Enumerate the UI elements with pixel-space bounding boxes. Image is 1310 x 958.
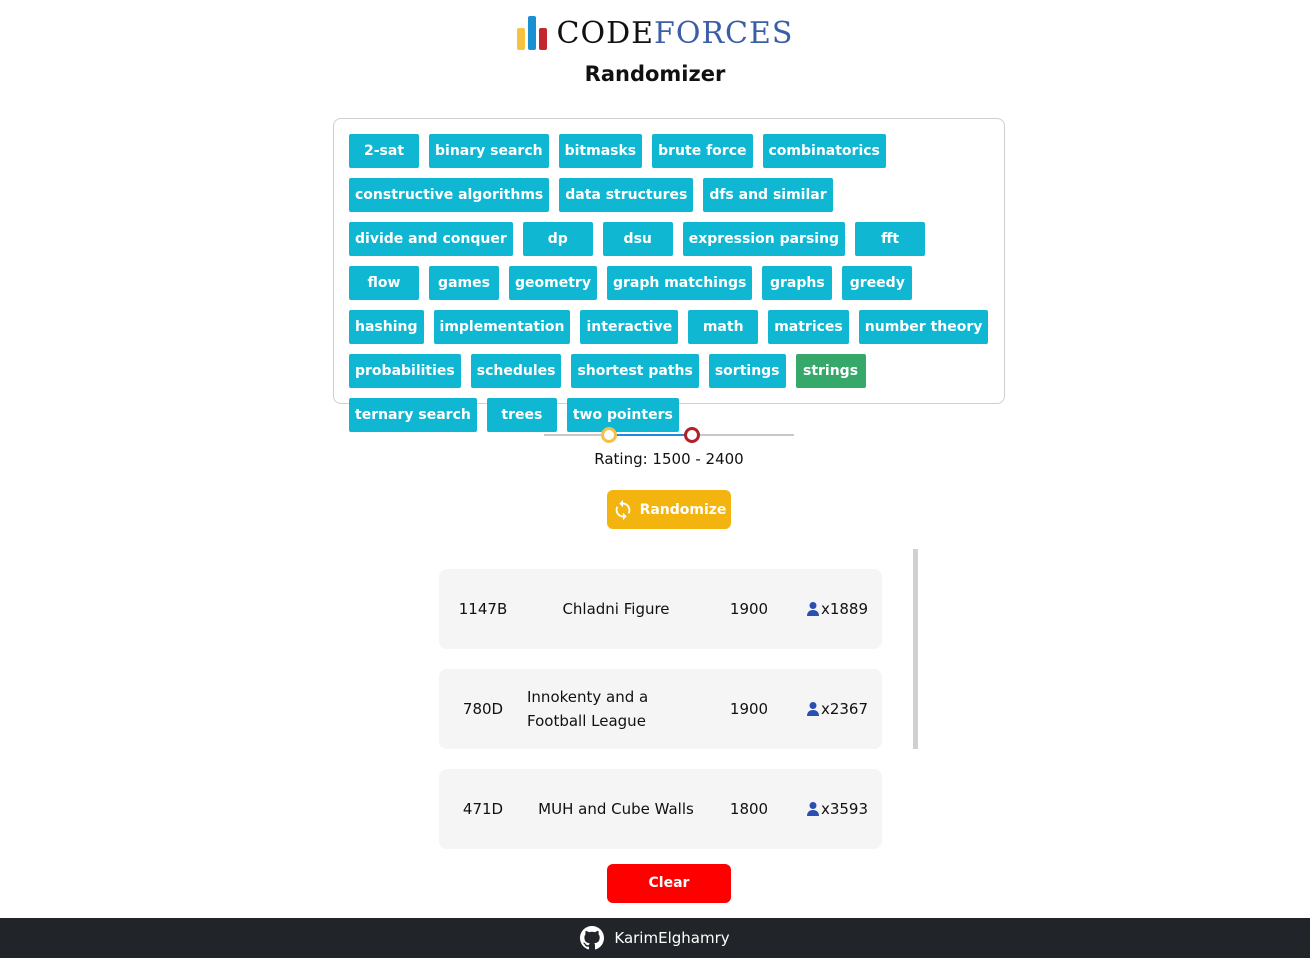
tag-panel: 2-sat binary search bitmasks brute force com… bbox=[333, 118, 1005, 432]
problem-id[interactable]: 471D bbox=[439, 800, 527, 818]
problem-name[interactable]: Innokenty and a Football League bbox=[527, 685, 705, 733]
logo-text: CODEFORCES bbox=[557, 14, 794, 54]
refresh-icon bbox=[615, 499, 630, 520]
header: CODEFORCES Randomizer bbox=[0, 14, 1310, 86]
problem-card[interactable]: 780D Innokenty and a Football League 190… bbox=[439, 669, 882, 749]
rating-label: Rating: 1500 - 2400 bbox=[594, 450, 744, 468]
problem-rating: 1800 bbox=[729, 800, 769, 818]
tag-divide-and-conquer[interactable]: divide and conquer bbox=[349, 222, 513, 256]
solved-count: x1889 bbox=[793, 600, 881, 618]
problem-id[interactable]: 780D bbox=[439, 700, 527, 718]
tag-combinatorics[interactable]: combinatorics bbox=[762, 134, 886, 168]
tag-schedules[interactable]: schedules bbox=[470, 354, 562, 388]
logo-forces-text: FORCES bbox=[654, 16, 794, 51]
solved-count-text: x2367 bbox=[820, 700, 869, 718]
solved-count-text: x1889 bbox=[820, 600, 869, 618]
solved-count-text: x3593 bbox=[820, 800, 869, 818]
github-icon[interactable] bbox=[580, 926, 605, 950]
tag-matrices[interactable]: matrices bbox=[768, 310, 849, 344]
slider-min-handle[interactable] bbox=[600, 427, 617, 443]
tag-fft[interactable]: fft bbox=[855, 222, 926, 256]
tag-graph-matchings[interactable]: graph matchings bbox=[606, 266, 753, 300]
tag-games[interactable]: games bbox=[429, 266, 499, 300]
codeforces-logo[interactable]: CODEFORCES bbox=[516, 14, 794, 54]
github-username[interactable]: KarimElghamry bbox=[614, 929, 729, 947]
tag-binary-search[interactable]: binary search bbox=[429, 134, 549, 168]
tag-probabilities[interactable]: probabilities bbox=[349, 354, 461, 388]
tag-graphs[interactable]: graphs bbox=[762, 266, 833, 300]
user-icon bbox=[806, 702, 819, 716]
rating-slider[interactable] bbox=[544, 426, 794, 444]
logo-code-text: CODE bbox=[556, 16, 655, 51]
tag-expression-parsing[interactable]: expression parsing bbox=[682, 222, 846, 256]
tag-constructive-algorithms[interactable]: constructive algorithms bbox=[349, 178, 550, 212]
logo-bars-icon bbox=[516, 16, 547, 50]
tag-dfs-and-similar[interactable]: dfs and similar bbox=[703, 178, 833, 212]
tag-interactive[interactable]: interactive bbox=[580, 310, 679, 344]
user-icon bbox=[806, 802, 819, 816]
tag-ternary-search[interactable]: ternary search bbox=[349, 398, 477, 432]
problem-id[interactable]: 1147B bbox=[439, 600, 527, 618]
slider-range-fill bbox=[608, 434, 693, 436]
problem-card[interactable]: 471D MUH and Cube Walls 1800 x3593 bbox=[439, 769, 882, 849]
tag-number-theory[interactable]: number theory bbox=[858, 310, 989, 344]
problem-rating: 1900 bbox=[729, 600, 769, 618]
tag-bitmasks[interactable]: bitmasks bbox=[558, 134, 643, 168]
user-icon bbox=[806, 602, 819, 616]
page-title: Randomizer bbox=[584, 62, 726, 86]
randomize-label: Randomize bbox=[639, 501, 727, 518]
tag-data-structures[interactable]: data structures bbox=[559, 178, 694, 212]
tag-2-sat[interactable]: 2-sat bbox=[349, 134, 419, 168]
problem-card[interactable]: 1147B Chladni Figure 1900 x1889 bbox=[439, 569, 882, 649]
problem-rating: 1900 bbox=[729, 700, 769, 718]
footer: KarimElghamry bbox=[0, 918, 1310, 958]
tag-greedy[interactable]: greedy bbox=[842, 266, 913, 300]
problem-name[interactable]: MUH and Cube Walls bbox=[527, 797, 705, 821]
tag-hashing[interactable]: hashing bbox=[349, 310, 424, 344]
tag-dp[interactable]: dp bbox=[522, 222, 593, 256]
tag-list: 2-sat binary search bitmasks brute force com… bbox=[349, 134, 989, 432]
tag-shortest-paths[interactable]: shortest paths bbox=[571, 354, 699, 388]
tag-flow[interactable]: flow bbox=[349, 266, 419, 300]
scrollbar[interactable] bbox=[913, 549, 918, 749]
tag-dsu[interactable]: dsu bbox=[602, 222, 673, 256]
tag-strings[interactable]: strings bbox=[795, 354, 866, 388]
tag-math[interactable]: math bbox=[688, 310, 759, 344]
slider-max-handle[interactable] bbox=[684, 427, 701, 443]
solved-count: x2367 bbox=[793, 700, 881, 718]
tag-implementation[interactable]: implementation bbox=[433, 310, 571, 344]
clear-button[interactable]: Clear bbox=[607, 864, 731, 903]
problem-list[interactable]: 1147B Chladni Figure 1900 x1889 780D Inn… bbox=[439, 549, 919, 859]
randomize-button[interactable]: Randomize bbox=[607, 490, 731, 529]
solved-count: x3593 bbox=[793, 800, 881, 818]
tag-sortings[interactable]: sortings bbox=[708, 354, 786, 388]
tag-geometry[interactable]: geometry bbox=[509, 266, 597, 300]
problem-name[interactable]: Chladni Figure bbox=[527, 597, 705, 621]
tag-brute-force[interactable]: brute force bbox=[652, 134, 753, 168]
